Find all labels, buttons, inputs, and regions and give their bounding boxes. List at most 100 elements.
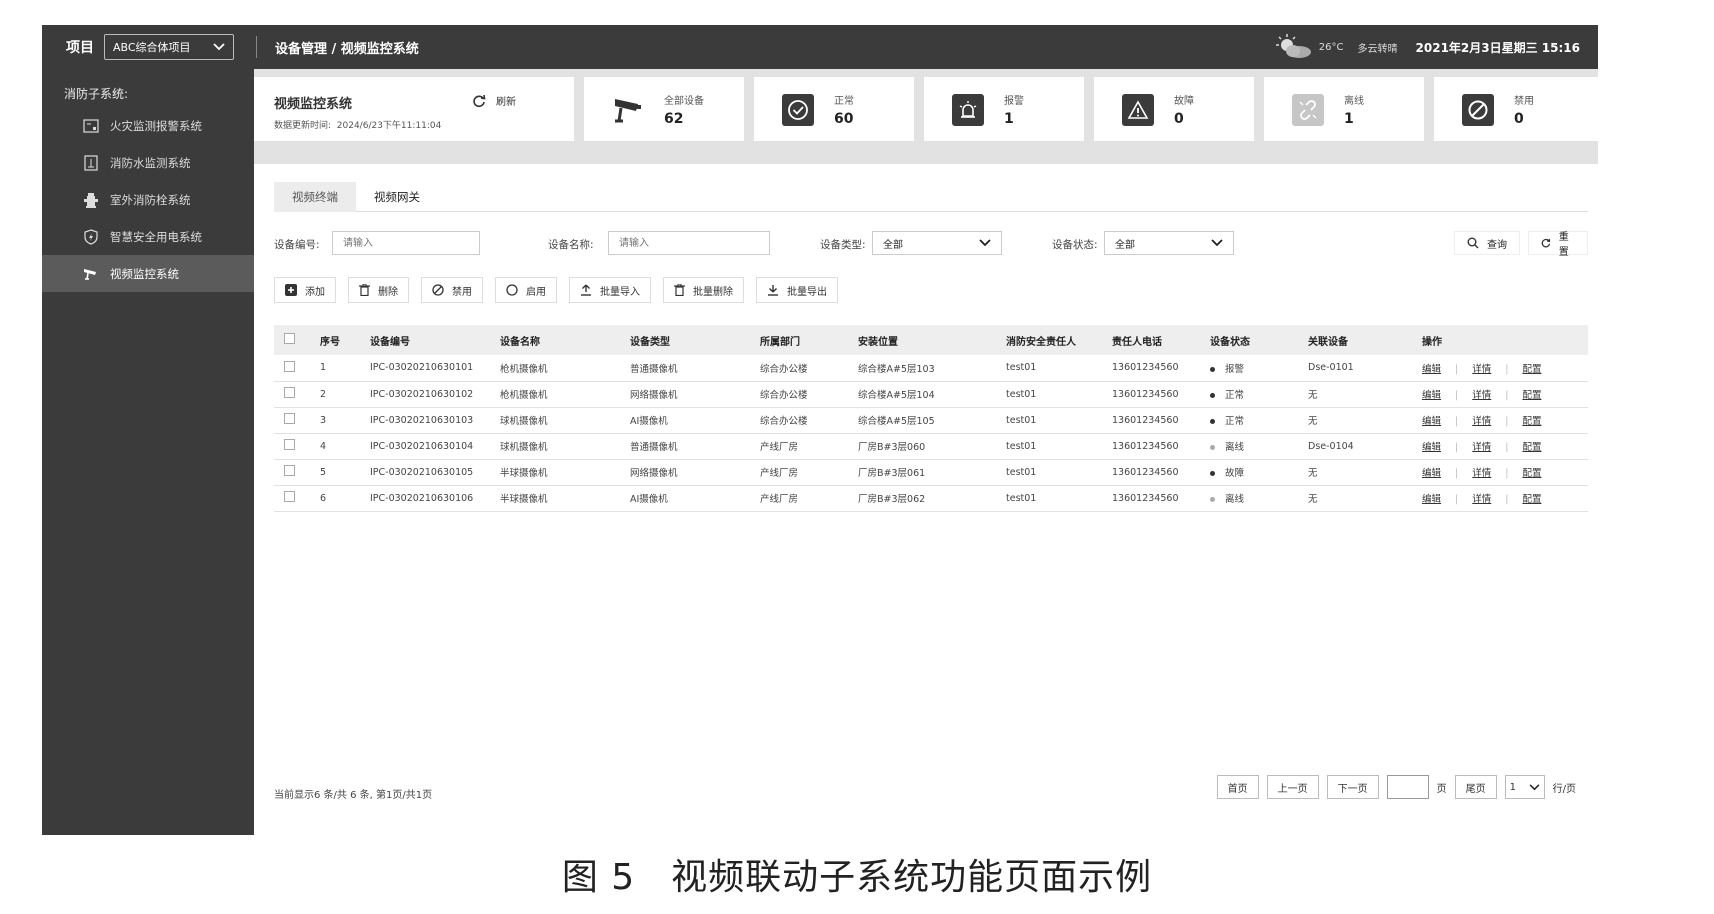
check-circle-icon: [782, 94, 814, 126]
action-separator: |: [1455, 442, 1459, 453]
tab-video-terminal[interactable]: 视频终端: [274, 182, 356, 212]
per-page-unit-label: 行/页: [1552, 783, 1576, 795]
stat-card-alarm[interactable]: 报警 1: [924, 77, 1084, 141]
column-header: 设备状态: [1200, 325, 1298, 355]
cell-status: 正常: [1200, 381, 1298, 408]
table-row[interactable]: 2 IPC-03020210630102 枪机摄像机 网络摄像机 综合办公楼 综合楼A#5…: [274, 381, 1588, 408]
page-size-select[interactable]: 1: [1504, 775, 1545, 799]
first-page-button[interactable]: 首页: [1216, 775, 1259, 799]
column-header: 关联设备: [1298, 325, 1412, 355]
detail-link[interactable]: 详情: [1472, 416, 1491, 427]
refresh-button[interactable]: 刷新: [472, 93, 516, 108]
edit-link[interactable]: 编辑: [1422, 442, 1441, 453]
row-select-cell[interactable]: [274, 433, 310, 460]
delete-button[interactable]: 删除: [348, 277, 409, 303]
table-row[interactable]: 5 IPC-03020210630105 半球摄像机 网络摄像机 产线厂房 厂房B#3层0…: [274, 459, 1588, 486]
sidebar-item-electric-safety[interactable]: 智慧安全用电系统: [42, 218, 254, 255]
sidebar-item-water[interactable]: 消防水监测系统: [42, 144, 254, 181]
detail-link[interactable]: 详情: [1472, 364, 1491, 375]
device-no-input[interactable]: [332, 231, 480, 255]
sidebar-item-hydrant[interactable]: 室外消防栓系统: [42, 181, 254, 218]
row-select-cell[interactable]: [274, 459, 310, 486]
table-row[interactable]: 3 IPC-03020210630103 球机摄像机 AI摄像机 综合办公楼 综合楼A#5…: [274, 407, 1588, 434]
row-select-cell[interactable]: [274, 355, 310, 382]
hydrant-icon: [82, 191, 100, 209]
reset-button[interactable]: 重置: [1528, 231, 1588, 258]
cell-device-code: IPC-03020210630102: [360, 381, 490, 408]
row-checkbox[interactable]: [284, 491, 295, 502]
cell-linked-device: 无: [1298, 485, 1412, 512]
config-link[interactable]: 配置: [1522, 442, 1541, 453]
stat-card-offline[interactable]: 离线 1: [1264, 77, 1424, 141]
device-name-input[interactable]: [608, 231, 770, 255]
detail-link[interactable]: 详情: [1472, 468, 1491, 479]
stat-card-fault[interactable]: 故障 0: [1094, 77, 1254, 141]
detail-link[interactable]: 详情: [1472, 494, 1491, 505]
detail-link[interactable]: 详情: [1472, 390, 1491, 401]
shield-power-icon: [82, 228, 100, 246]
row-checkbox[interactable]: [284, 439, 295, 450]
detail-link[interactable]: 详情: [1472, 442, 1491, 453]
cell-device-code: IPC-03020210630101: [360, 355, 490, 382]
table-row[interactable]: 6 IPC-03020210630106 半球摄像机 AI摄像机 产线厂房 厂房B#3层0…: [274, 485, 1588, 512]
page-size-value: 1: [1509, 781, 1516, 793]
row-select-cell[interactable]: [274, 381, 310, 408]
batch-import-button[interactable]: 批量导入: [569, 277, 651, 303]
device-type-label: 设备类型:: [820, 239, 866, 251]
batch-export-button[interactable]: 批量导出: [756, 277, 838, 303]
sidebar-item-video[interactable]: 视频监控系统: [42, 255, 254, 292]
table-row[interactable]: 1 IPC-03020210630101 枪机摄像机 普通摄像机 综合办公楼 综合楼A#5…: [274, 355, 1588, 382]
table-row[interactable]: 4 IPC-03020210630104 球机摄像机 普通摄像机 产线厂房 厂房B#3层0…: [274, 433, 1588, 460]
status-text: 故障: [1225, 468, 1245, 479]
row-checkbox[interactable]: [284, 387, 295, 398]
row-checkbox[interactable]: [284, 413, 295, 424]
config-link[interactable]: 配置: [1522, 390, 1541, 401]
edit-link[interactable]: 编辑: [1422, 416, 1441, 427]
disable-button[interactable]: 禁用: [421, 277, 483, 303]
config-link[interactable]: 配置: [1522, 494, 1541, 505]
stat-card-normal[interactable]: 正常 60: [754, 77, 914, 141]
device-status-select[interactable]: 全部: [1104, 231, 1234, 255]
cell-status: 离线: [1200, 433, 1298, 460]
row-checkbox[interactable]: [284, 360, 295, 372]
filter-bar: 设备编号: 设备名称: 设备类型: 全部 设备状态: 全部 查询 重置: [274, 231, 1588, 258]
batch-delete-button[interactable]: 批量删除: [663, 277, 744, 303]
edit-link[interactable]: 编辑: [1422, 468, 1441, 479]
edit-link[interactable]: 编辑: [1422, 364, 1441, 375]
row-select-cell[interactable]: [274, 485, 310, 512]
row-select-cell[interactable]: [274, 407, 310, 434]
device-table: 序号 设备编号 设备名称 设备类型 所属部门 安装位置 消防安全责任人 责任人电…: [274, 325, 1588, 512]
page-unit-label: 页: [1436, 783, 1447, 795]
page-number-input[interactable]: [1386, 775, 1429, 799]
header-status: 26°C 多云转晴 2021年2月3日星期三 15:16: [1273, 34, 1580, 60]
sidebar-item-label: 室外消防栓系统: [110, 192, 191, 207]
select-all-checkbox[interactable]: [284, 333, 295, 344]
config-link[interactable]: 配置: [1522, 416, 1541, 427]
last-page-button[interactable]: 尾页: [1454, 775, 1497, 799]
device-type-select[interactable]: 全部: [872, 231, 1002, 255]
project-select[interactable]: ABC综合体项目: [104, 34, 234, 60]
fire-alarm-panel-icon: [82, 117, 100, 135]
system-info-card: 视频监控系统 数据更新时间: 2024/6/23下午11:11:04 刷新: [254, 77, 574, 141]
prev-page-button[interactable]: 上一页: [1266, 775, 1319, 799]
enable-button[interactable]: 启用: [495, 277, 557, 303]
next-page-button[interactable]: 下一页: [1326, 775, 1379, 799]
cell-no: 4: [310, 433, 360, 460]
edit-link[interactable]: 编辑: [1422, 494, 1441, 505]
sidebar-item-fire-alarm[interactable]: 火灾监测报警系统: [42, 107, 254, 144]
tab-video-gateway[interactable]: 视频网关: [356, 182, 438, 212]
stat-label: 离线: [1344, 96, 1364, 107]
row-checkbox[interactable]: [284, 465, 295, 476]
add-button[interactable]: 添加: [274, 277, 336, 303]
stat-card-disabled[interactable]: 禁用 0: [1434, 77, 1598, 141]
config-link[interactable]: 配置: [1522, 364, 1541, 375]
stat-card-all[interactable]: 全部设备 62: [584, 77, 744, 141]
status-dot: [1210, 366, 1215, 372]
search-button[interactable]: 查询: [1454, 231, 1520, 255]
edit-link[interactable]: 编辑: [1422, 390, 1441, 401]
sidebar-title: 消防子系统:: [64, 87, 129, 101]
cell-device-code: IPC-03020210630105: [360, 459, 490, 486]
add-label: 添加: [305, 286, 325, 298]
config-link[interactable]: 配置: [1522, 468, 1541, 479]
select-all-cell[interactable]: [274, 325, 310, 355]
